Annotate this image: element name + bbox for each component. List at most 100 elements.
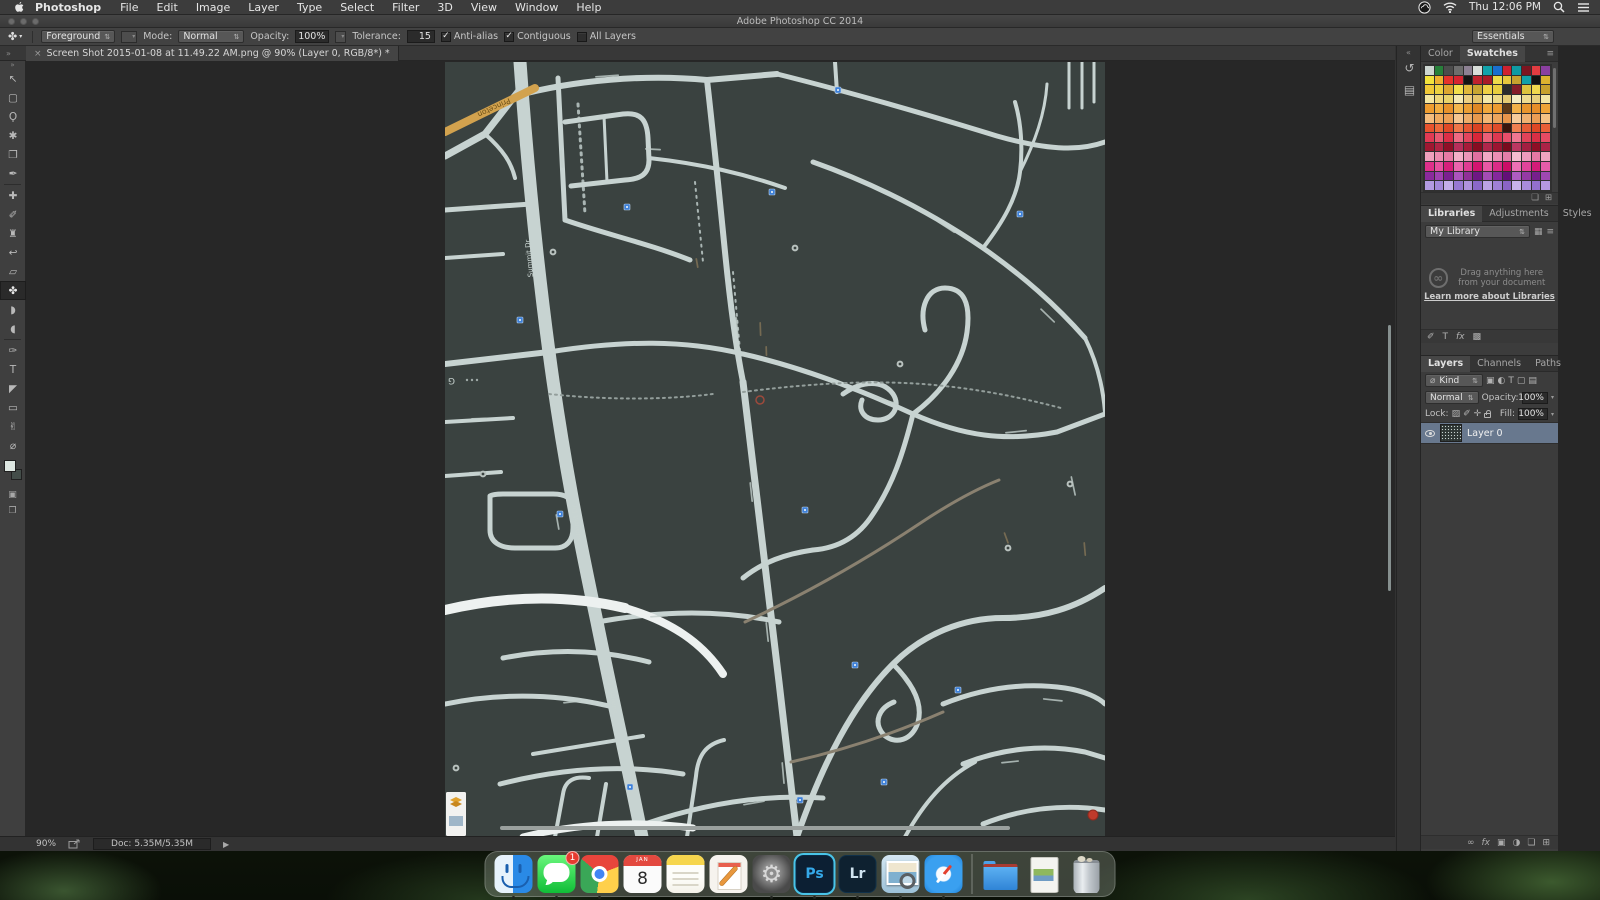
layer-row[interactable]: Layer 0 xyxy=(1421,422,1558,444)
document-tab[interactable]: × Screen Shot 2015-01-08 at 11.49.22 AM.… xyxy=(26,46,399,61)
menu-item-window[interactable]: Window xyxy=(506,0,567,15)
apple-menu[interactable] xyxy=(0,1,25,13)
color-swatch[interactable] xyxy=(1493,114,1502,123)
color-swatch[interactable] xyxy=(1473,172,1482,181)
color-swatch[interactable] xyxy=(1454,172,1463,181)
color-swatch[interactable] xyxy=(1473,85,1482,94)
color-swatch[interactable] xyxy=(1541,162,1550,171)
color-swatch[interactable] xyxy=(1532,85,1541,94)
color-swatch[interactable] xyxy=(1503,114,1512,123)
color-swatch[interactable] xyxy=(1483,133,1492,142)
export-icon[interactable] xyxy=(68,839,81,849)
color-swatch[interactable] xyxy=(1503,143,1512,152)
color-swatch[interactable] xyxy=(1493,104,1502,113)
tab-libraries[interactable]: Libraries xyxy=(1421,206,1482,222)
color-swatch[interactable] xyxy=(1444,162,1453,171)
color-swatch[interactable] xyxy=(1435,172,1444,181)
layers-list-empty-area[interactable] xyxy=(1421,444,1558,835)
color-swatch[interactable] xyxy=(1512,76,1521,85)
library-type-icon[interactable]: T xyxy=(1443,332,1449,342)
color-swatch[interactable] xyxy=(1522,114,1531,123)
menu-item-help[interactable]: Help xyxy=(567,0,610,15)
color-swatch[interactable] xyxy=(1464,95,1473,104)
properties-panel-icon[interactable]: ▤ xyxy=(1397,79,1422,101)
color-swatch[interactable] xyxy=(1522,66,1531,75)
color-swatch[interactable] xyxy=(1512,114,1521,123)
library-grid-view-icon[interactable]: ▦ xyxy=(1534,227,1543,237)
color-swatch[interactable] xyxy=(1464,143,1473,152)
color-swatch[interactable] xyxy=(1532,114,1541,123)
window-titlebar[interactable]: Adobe Photoshop CC 2014 xyxy=(0,15,1600,28)
color-swatch[interactable] xyxy=(1541,152,1550,161)
pen-tool[interactable]: ✑ xyxy=(0,341,26,360)
color-swatch[interactable] xyxy=(1444,66,1453,75)
healing-brush-tool[interactable]: ✚ xyxy=(0,186,26,205)
color-swatch[interactable] xyxy=(1425,85,1434,94)
layer-thumbnail[interactable] xyxy=(1440,424,1462,442)
color-swatch[interactable] xyxy=(1464,114,1473,123)
color-swatch[interactable] xyxy=(1532,104,1541,113)
color-swatch[interactable] xyxy=(1435,85,1444,94)
history-panel-icon[interactable]: ↺ xyxy=(1397,57,1422,79)
filter-type-icon[interactable]: T xyxy=(1508,376,1514,386)
dodge-tool[interactable]: ◖ xyxy=(0,319,26,338)
minimize-window-button[interactable] xyxy=(20,18,27,25)
color-swatch[interactable] xyxy=(1541,104,1550,113)
color-swatch[interactable] xyxy=(1464,152,1473,161)
marquee-tool[interactable]: ▢ xyxy=(0,88,26,107)
color-swatch[interactable] xyxy=(1493,133,1502,142)
library-drop-area[interactable]: ∞ Drag anything here from your document … xyxy=(1421,241,1558,329)
color-swatch[interactable] xyxy=(1464,76,1473,85)
color-swatch[interactable] xyxy=(1444,124,1453,133)
dock-icon-preview[interactable] xyxy=(882,855,920,893)
hand-tool[interactable]: ✌ xyxy=(0,417,26,436)
color-swatch[interactable] xyxy=(1435,162,1444,171)
tab-adjustments[interactable]: Adjustments xyxy=(1482,206,1556,222)
menu-app-name[interactable]: Photoshop xyxy=(25,0,111,15)
tolerance-input[interactable]: 15 xyxy=(407,30,435,43)
color-swatch[interactable] xyxy=(1483,66,1492,75)
color-swatch[interactable] xyxy=(1464,85,1473,94)
dock-icon-notes[interactable] xyxy=(667,855,705,893)
add-layer-mask-icon[interactable]: ▣ xyxy=(1497,838,1506,848)
color-swatch[interactable] xyxy=(1483,152,1492,161)
layer-visibility-icon[interactable] xyxy=(1425,430,1435,437)
lock-pixels-icon[interactable]: ✐ xyxy=(1463,409,1471,419)
color-swatch[interactable] xyxy=(1541,76,1550,85)
color-swatch[interactable] xyxy=(1483,143,1492,152)
color-swatch[interactable] xyxy=(1512,133,1521,142)
dock-icon-filestack[interactable] xyxy=(1025,855,1063,893)
color-swatch[interactable] xyxy=(1493,95,1502,104)
color-swatch[interactable] xyxy=(1444,114,1453,123)
color-swatch[interactable] xyxy=(1541,124,1550,133)
color-swatch[interactable] xyxy=(1473,143,1482,152)
color-swatch[interactable] xyxy=(1435,95,1444,104)
color-swatch[interactable] xyxy=(1522,124,1531,133)
color-swatch[interactable] xyxy=(1493,162,1502,171)
color-swatch[interactable] xyxy=(1541,181,1550,190)
color-swatch[interactable] xyxy=(1444,95,1453,104)
color-swatch[interactable] xyxy=(1444,152,1453,161)
color-swatch[interactable] xyxy=(1522,143,1531,152)
color-swatch[interactable] xyxy=(1503,133,1512,142)
tab-layers[interactable]: Layers xyxy=(1421,356,1470,372)
notification-center-icon[interactable] xyxy=(1577,2,1590,13)
quick-selection-tool[interactable]: ✱ xyxy=(0,126,26,145)
color-swatch[interactable] xyxy=(1483,85,1492,94)
new-layer-icon[interactable]: ⊞ xyxy=(1542,838,1550,848)
color-swatch[interactable] xyxy=(1435,66,1444,75)
history-brush-tool[interactable]: ↩ xyxy=(0,243,26,262)
color-swatch[interactable] xyxy=(1464,181,1473,190)
foreground-background-colors[interactable] xyxy=(0,458,26,484)
dock-icon-safari[interactable] xyxy=(925,855,963,893)
color-swatch[interactable] xyxy=(1532,124,1541,133)
color-swatch[interactable] xyxy=(1473,95,1482,104)
color-swatch[interactable] xyxy=(1454,133,1463,142)
library-select[interactable]: My Library ⇅ xyxy=(1425,225,1530,238)
color-swatch[interactable] xyxy=(1473,66,1482,75)
tab-styles[interactable]: Styles xyxy=(1556,206,1599,222)
menu-item-file[interactable]: File xyxy=(111,0,147,15)
menu-item-view[interactable]: View xyxy=(462,0,506,15)
color-swatch[interactable] xyxy=(1454,104,1463,113)
color-swatch[interactable] xyxy=(1503,95,1512,104)
